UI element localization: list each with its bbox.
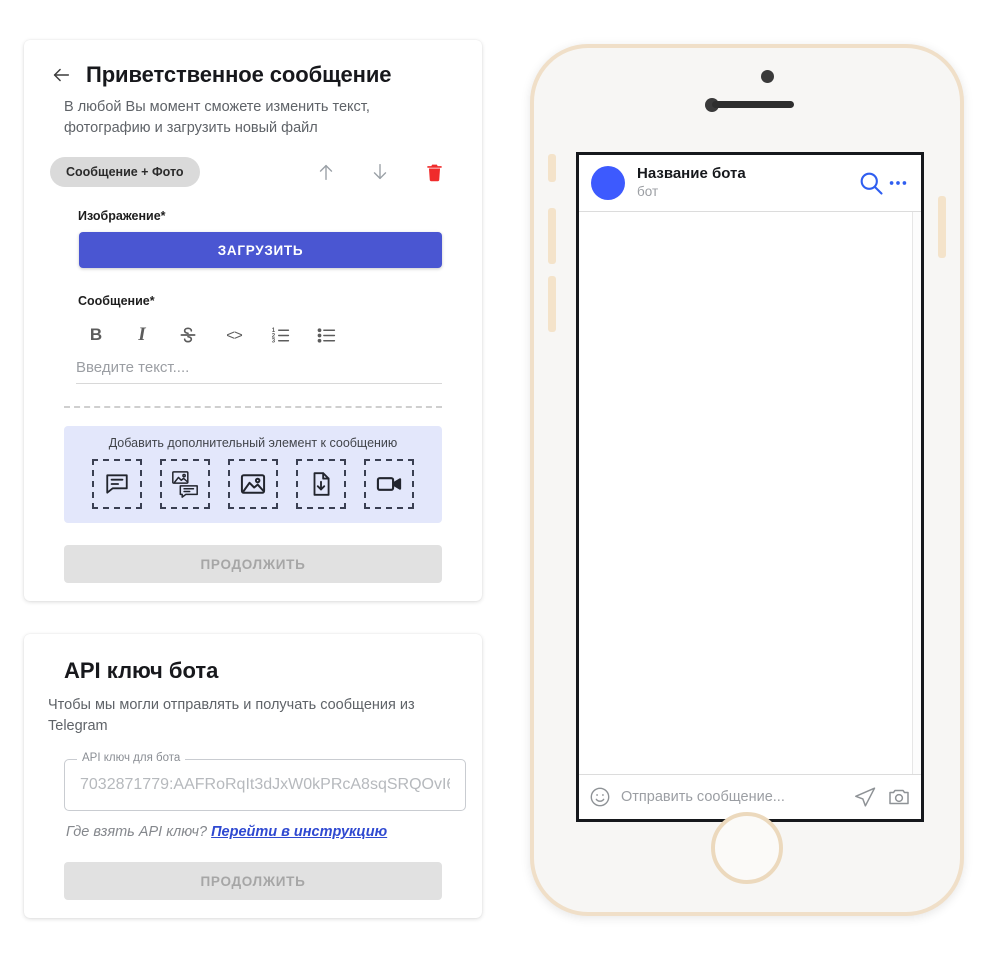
trash-icon[interactable]	[422, 160, 446, 184]
message-input[interactable]: Введите текст....	[76, 359, 442, 385]
svg-text:3: 3	[271, 337, 275, 344]
more-horizontal-icon[interactable]	[887, 172, 909, 194]
section-divider	[64, 406, 442, 409]
upload-button[interactable]: ЗАГРУЗИТЬ	[79, 232, 442, 269]
camera-icon[interactable]	[887, 785, 911, 809]
chip-row: Сообщение + Фото	[24, 139, 482, 188]
italic-icon[interactable]: I	[128, 321, 156, 349]
bullet-list-icon[interactable]	[312, 321, 340, 349]
image-field-label: Изображение*	[78, 209, 166, 224]
arrow-up-icon[interactable]	[314, 160, 338, 184]
silent-switch[interactable]	[548, 154, 556, 182]
phone-body: Название бота бот Отправить сообщение...	[530, 44, 964, 916]
page-title: Приветственное сообщение	[86, 62, 392, 87]
chat-canvas	[579, 212, 912, 774]
api-key-input[interactable]: API ключ для бота 7032871779:AAFRoRqIt3d…	[64, 752, 466, 812]
card-header: Приветственное сообщение	[24, 40, 482, 88]
api-key-legend: API ключ для бота	[77, 752, 186, 765]
code-icon[interactable]: <>	[220, 321, 248, 349]
volume-down-button[interactable]	[548, 276, 556, 332]
chat-header: Название бота бот	[579, 155, 921, 212]
app-root: Приветственное сообщение В любой Вы моме…	[0, 0, 1008, 960]
api-card-title: API ключ бота	[64, 658, 219, 684]
api-key-card: API ключ бота Чтобы мы могли отправлять …	[24, 634, 482, 919]
search-icon[interactable]	[857, 169, 885, 197]
api-card-inner: API ключ бота Чтобы мы могли отправлять …	[24, 634, 482, 840]
image-message-icon[interactable]	[160, 459, 210, 510]
rich-text-toolbar: B I <> 1 2 3	[24, 308, 482, 349]
home-button[interactable]	[711, 812, 783, 884]
chat-scrollbar[interactable]	[912, 211, 921, 774]
api-helper-text: Где взять API ключ?	[66, 824, 208, 841]
send-icon[interactable]	[853, 785, 877, 809]
ordered-list-icon[interactable]: 1 2 3	[266, 321, 294, 349]
arrow-down-icon[interactable]	[368, 160, 392, 184]
card-subtitle: В любой Вы момент сможете изменить текст…	[64, 99, 370, 137]
continue-button-api[interactable]: ПРОДОЛЖИТЬ	[64, 862, 442, 901]
bot-name: Название бота	[637, 165, 746, 182]
bot-status: бот	[637, 183, 659, 199]
power-button[interactable]	[938, 196, 946, 258]
bold-icon[interactable]: B	[82, 321, 110, 349]
emoji-smiley-icon[interactable]	[589, 786, 611, 808]
continue-button-message[interactable]: ПРОДОЛЖИТЬ	[64, 545, 442, 584]
chat-message-input[interactable]: Отправить сообщение...	[621, 789, 843, 805]
instruction-link[interactable]: Перейти в инструкцию	[211, 824, 387, 840]
chat-header-actions	[857, 169, 909, 197]
left-column: Приветственное сообщение В любой Вы моме…	[24, 40, 482, 919]
earpiece-speaker	[712, 101, 794, 108]
sensor-dot-icon	[761, 70, 774, 83]
file-download-icon[interactable]	[296, 459, 346, 510]
phone-mockup: Название бота бот Отправить сообщение...	[508, 36, 988, 916]
welcome-message-card: Приветственное сообщение В любой Вы моме…	[24, 40, 482, 602]
attachment-panel: Добавить дополнительный элемент к сообще…	[64, 426, 442, 524]
block-actions	[314, 160, 456, 184]
avatar	[591, 165, 625, 200]
chat-message-area	[579, 211, 921, 774]
message-field-label: Сообщение*	[78, 294, 155, 309]
chat-title-block: Название бота бот	[637, 165, 746, 201]
image-icon[interactable]	[228, 459, 278, 510]
message-type-chip[interactable]: Сообщение + Фото	[50, 157, 200, 188]
attachment-options	[64, 459, 442, 510]
arrow-left-icon[interactable]	[50, 64, 72, 86]
api-key-value: 7032871779:AAFRoRqIt3dJxW0kPRcA8sqSRQOvI…	[80, 776, 450, 794]
attachment-panel-title: Добавить дополнительный элемент к сообще…	[108, 436, 398, 451]
volume-up-button[interactable]	[548, 208, 556, 264]
api-card-subtitle: Чтобы мы могли отправлять и получать соо…	[48, 697, 415, 735]
strikethrough-icon[interactable]	[174, 321, 202, 349]
video-camera-icon[interactable]	[364, 459, 414, 510]
api-helper-row: Где взять API ключ? Перейти в инструкцию	[48, 811, 482, 840]
message-icon[interactable]	[92, 459, 142, 510]
phone-screen: Название бота бот Отправить сообщение...	[576, 152, 924, 822]
